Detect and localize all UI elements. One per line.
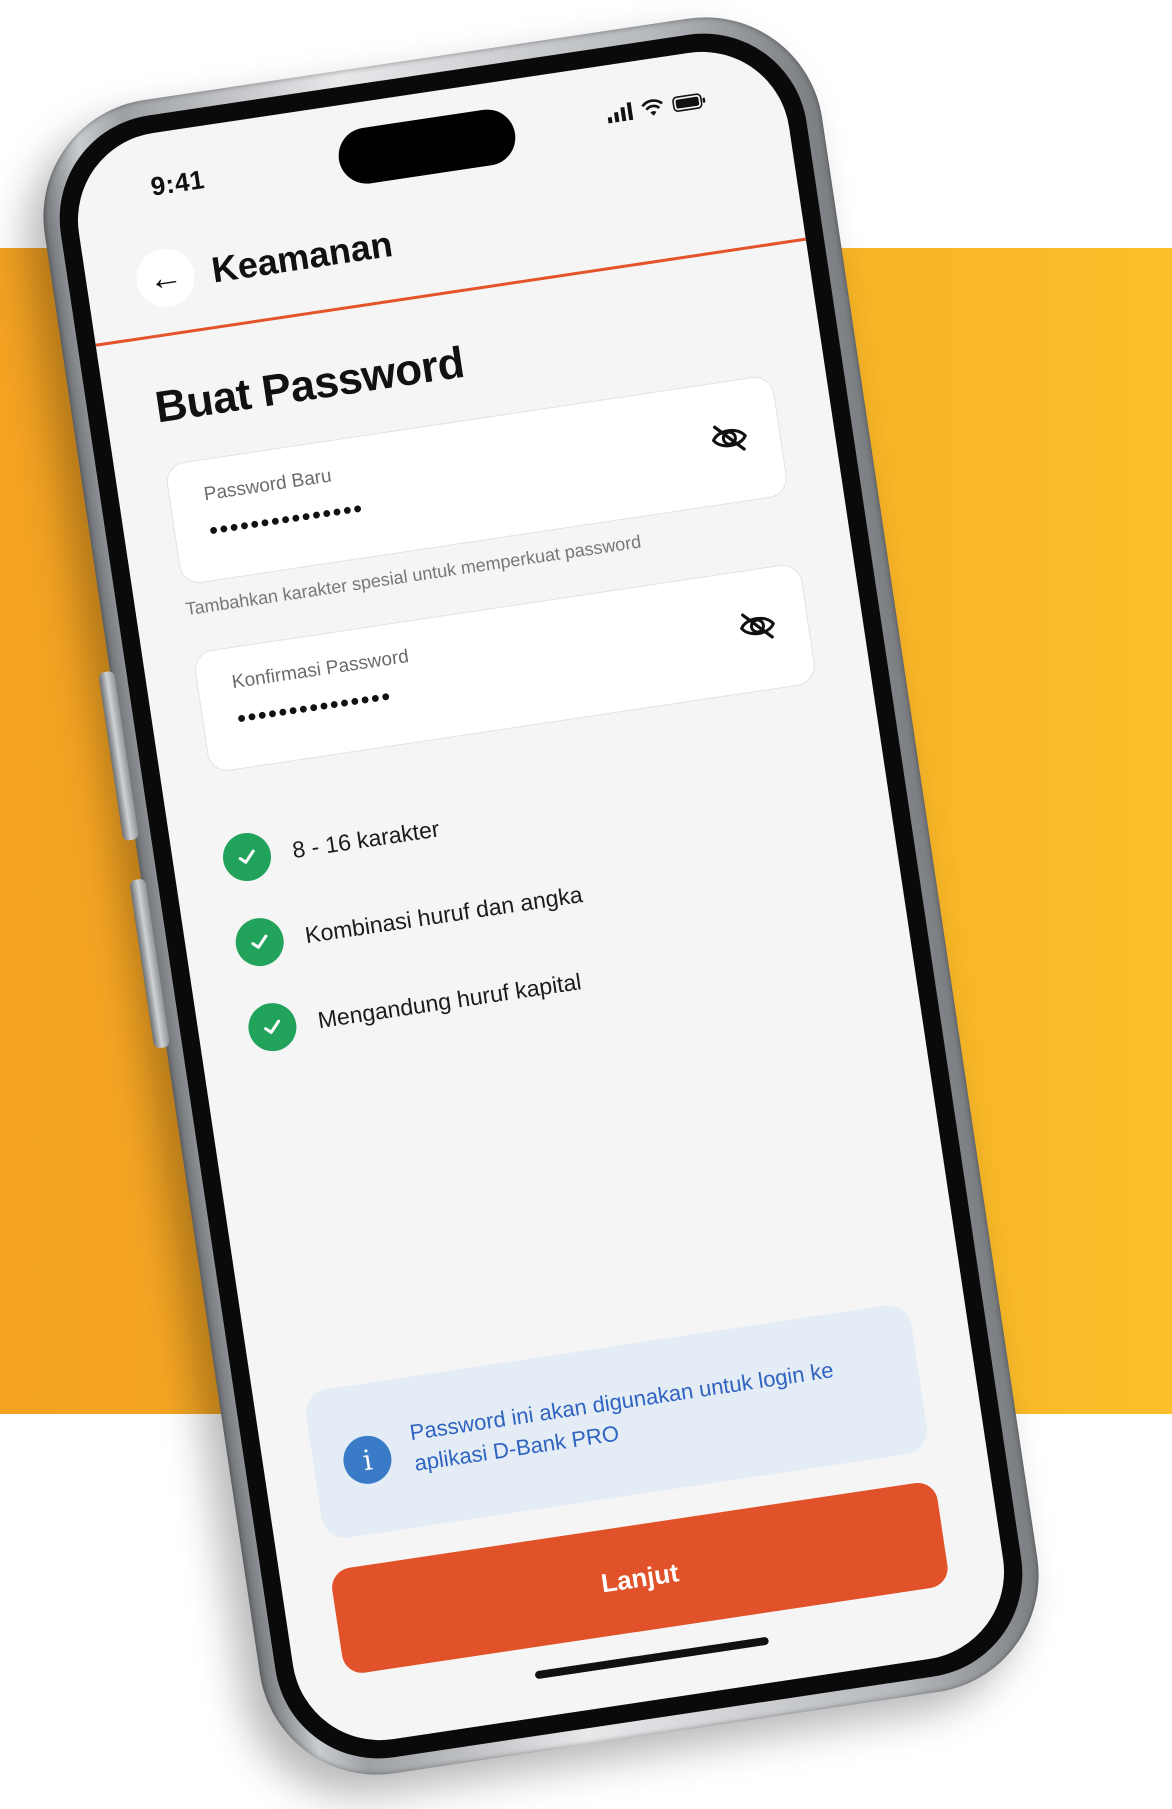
requirement-item: 8 - 16 karakter: [219, 785, 573, 885]
eye-off-icon[interactable]: [707, 415, 752, 460]
page-title: Buat Password: [152, 337, 468, 433]
wifi-icon: [641, 99, 663, 116]
new-password-label: Password Baru: [202, 465, 333, 506]
password-requirements: 8 - 16 karakter Kombinasi huruf dan angk…: [219, 785, 604, 1092]
info-icon: i: [340, 1432, 395, 1488]
signal-icon: [607, 102, 634, 124]
header-divider: [95, 237, 807, 347]
header-title: Keamanan: [208, 223, 396, 291]
confirm-password-input[interactable]: •••••••••••••••: [236, 683, 394, 734]
dynamic-island: [334, 105, 520, 188]
eye-off-icon[interactable]: [735, 603, 780, 648]
battery-icon: [672, 93, 706, 112]
back-button[interactable]: ←: [132, 244, 199, 311]
requirement-label: Kombinasi huruf dan angka: [303, 880, 585, 948]
status-icons: [606, 91, 708, 124]
requirement-label: 8 - 16 karakter: [290, 814, 442, 863]
check-icon: [232, 914, 288, 970]
new-password-input[interactable]: •••••••••••••••: [207, 495, 365, 546]
requirement-label: Mengandung huruf kapital: [315, 967, 583, 1033]
check-icon: [245, 999, 300, 1055]
info-text: Password ini akan digunakan untuk login …: [408, 1357, 836, 1476]
requirement-item: Mengandung huruf kapital: [245, 955, 598, 1055]
home-indicator[interactable]: [534, 1636, 770, 1680]
check-icon: [219, 829, 275, 885]
requirement-item: Kombinasi huruf dan angka: [232, 870, 585, 970]
back-arrow-icon: ←: [145, 255, 186, 299]
status-time: 9:41: [148, 164, 207, 202]
